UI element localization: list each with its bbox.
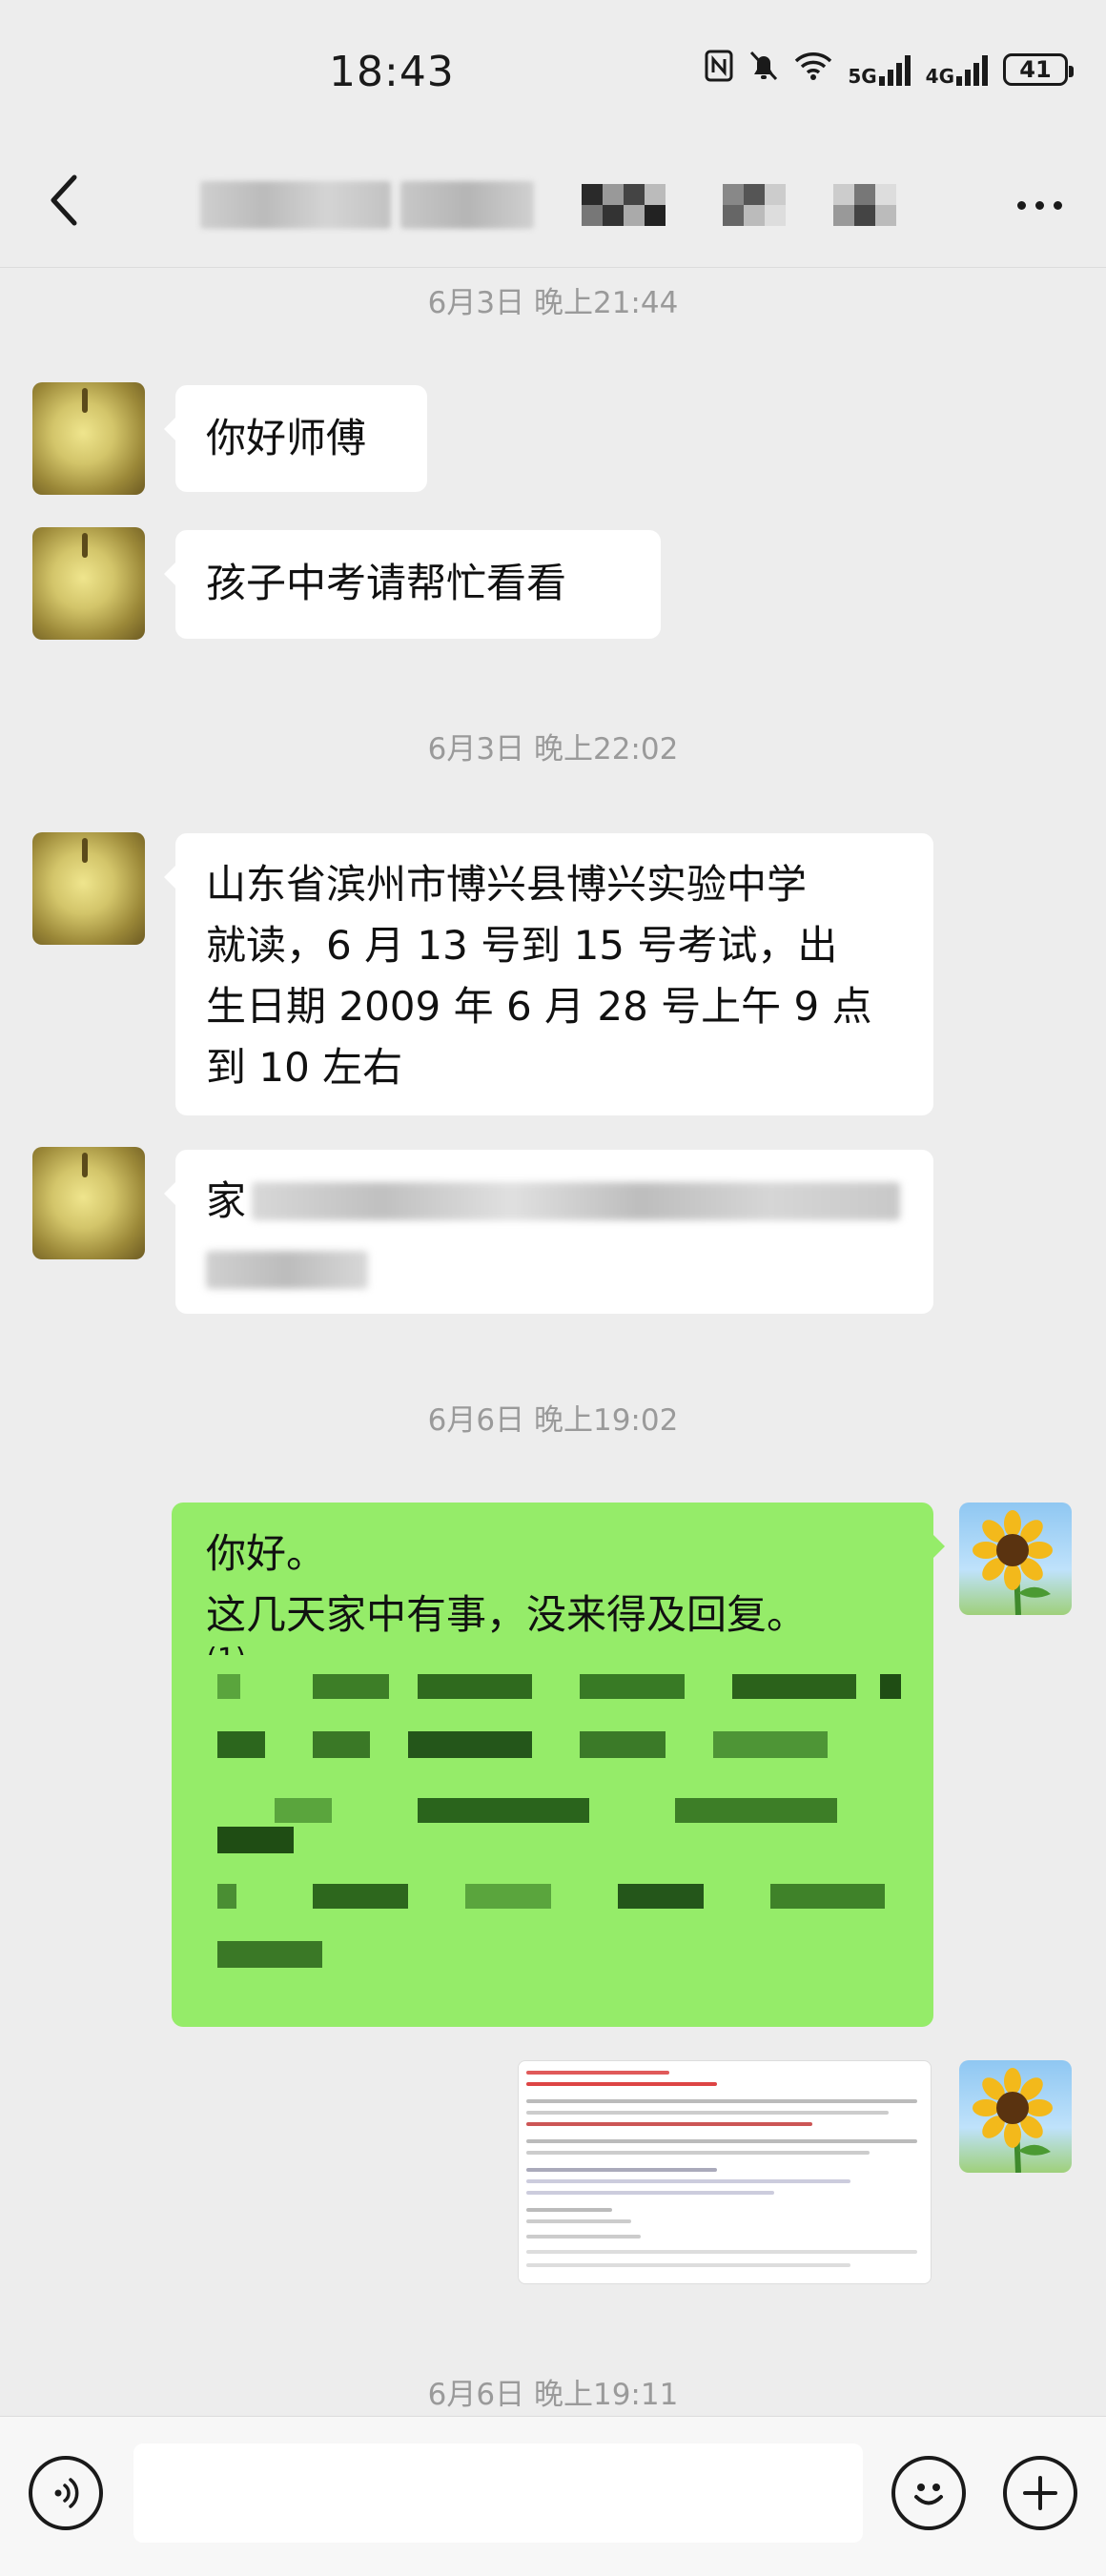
message-input[interactable] xyxy=(133,2443,863,2543)
more-dot xyxy=(1034,200,1044,210)
message-text: 家 xyxy=(206,1177,247,1224)
message-text-line: 到 10 左右 xyxy=(206,1044,403,1091)
redacted-text xyxy=(252,1182,901,1220)
voice-button[interactable] xyxy=(29,2456,103,2530)
signal-5g-icon: 5G xyxy=(848,53,911,86)
redacted-mosaic xyxy=(179,1655,932,2017)
message-bubble[interactable]: 你好师傅 xyxy=(164,385,427,492)
message-text-line: 生日期 2009 年 6 月 28 号上午 9 点 xyxy=(206,983,872,1030)
wifi-icon xyxy=(794,51,832,89)
status-time: 18:43 xyxy=(329,48,455,96)
more-button[interactable] xyxy=(1001,181,1077,229)
message-bubble[interactable]: 山东省滨州市博兴县博兴实验中学 就读，6 月 13 号到 15 号考试，出 生日… xyxy=(164,833,933,1115)
message-bubble[interactable]: 孩子中考请帮忙看看 xyxy=(164,530,661,639)
chat-title-redacted xyxy=(200,172,906,238)
message-text-line: 就读，6 月 13 号到 15 号考试，出 xyxy=(206,922,838,969)
signal-4g-icon: 4G xyxy=(926,53,988,86)
timestamp: 6月6日 晚上19:02 xyxy=(427,1403,679,1438)
chevron-left-icon xyxy=(51,174,77,226)
voice-icon xyxy=(54,2478,79,2508)
status-icons: 5G 4G 41 xyxy=(705,50,1074,90)
my-message-bubble[interactable]: 你好。 这几天家中有事，没来得及回复。 (1) xyxy=(172,1503,945,2027)
mute-bell-icon xyxy=(748,50,779,90)
my-avatar[interactable] xyxy=(959,2060,1072,2173)
message-bubble[interactable]: 家 xyxy=(164,1150,933,1314)
status-bar: 18:43 5G 4G 41 xyxy=(0,0,1106,143)
back-button[interactable] xyxy=(36,167,93,234)
contact-avatar[interactable] xyxy=(32,1147,145,1259)
battery-icon: 41 xyxy=(1003,53,1074,86)
contact-avatar[interactable] xyxy=(32,382,145,495)
redacted-text xyxy=(206,1251,368,1289)
input-bar xyxy=(0,2416,1106,2576)
message-text-line: 这几天家中有事，没来得及回复。 xyxy=(206,1591,808,1638)
plus-button[interactable] xyxy=(1003,2456,1077,2530)
sunflower-icon xyxy=(973,1510,1053,1615)
message-text-line: 山东省滨州市博兴县博兴实验中学 xyxy=(206,861,808,908)
emoji-button[interactable] xyxy=(891,2456,966,2530)
message-text: 孩子中考请帮忙看看 xyxy=(206,560,567,606)
sunflower-icon xyxy=(973,2068,1053,2173)
image-message[interactable] xyxy=(518,2060,932,2284)
more-dot xyxy=(1016,200,1026,210)
timestamp: 6月3日 晚上22:02 xyxy=(427,732,679,767)
message-text: 你好师傅 xyxy=(206,415,367,461)
my-avatar[interactable] xyxy=(959,1503,1072,1615)
contact-avatar[interactable] xyxy=(32,832,145,945)
chat-header xyxy=(0,143,1106,268)
plus-icon xyxy=(1023,2476,1057,2510)
contact-avatar[interactable] xyxy=(32,527,145,640)
more-dot xyxy=(1053,200,1062,210)
emoji-icon xyxy=(914,2484,943,2505)
timestamp: 6月6日 晚上19:11 xyxy=(427,2378,679,2412)
timestamp: 6月3日 晚上21:44 xyxy=(427,286,679,320)
message-text-line: 你好。 xyxy=(206,1530,327,1577)
nfc-icon xyxy=(705,50,733,90)
